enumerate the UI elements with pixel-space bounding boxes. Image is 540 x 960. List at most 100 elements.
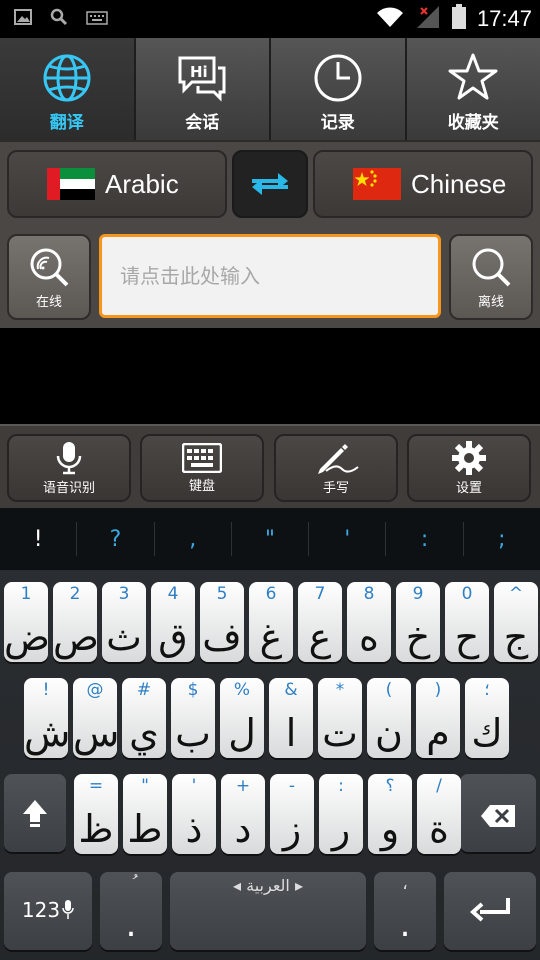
- space-key[interactable]: ◂ العربية ▸: [170, 872, 366, 950]
- key-main: ذ: [185, 807, 203, 851]
- suggestion-item[interactable]: ,: [155, 522, 232, 556]
- key-hint: 4: [167, 584, 179, 604]
- letter-key[interactable]: " ط: [123, 774, 167, 854]
- key-main: ف: [202, 615, 242, 659]
- letter-key[interactable]: ' ذ: [172, 774, 216, 854]
- swap-languages-button[interactable]: [232, 150, 308, 218]
- letter-key[interactable]: 9خ: [396, 582, 440, 662]
- key-hint: ،: [402, 874, 408, 894]
- key-main: ث: [106, 615, 142, 659]
- letter-key[interactable]: 4ق: [151, 582, 195, 662]
- suggestion-item[interactable]: !: [0, 522, 78, 556]
- offline-label: 离线: [477, 294, 504, 310]
- letter-key[interactable]: @ س: [73, 678, 119, 758]
- keyboard-label: 键盘: [188, 478, 215, 494]
- key-hint: 3: [118, 584, 130, 604]
- key-main: ش: [24, 711, 71, 755]
- settings-button[interactable]: 设置: [407, 434, 531, 502]
- letter-key[interactable]: 7ع: [298, 582, 342, 662]
- period-key[interactable]: ، .: [374, 872, 436, 950]
- key-main: .: [125, 905, 137, 945]
- backspace-key[interactable]: [460, 774, 536, 852]
- letter-key[interactable]: * ت: [318, 678, 362, 758]
- enter-key[interactable]: [444, 872, 536, 950]
- handwriting-button[interactable]: 手写: [274, 434, 398, 502]
- swap-arrows-icon: [252, 173, 288, 195]
- backspace-icon: [481, 805, 515, 827]
- letter-key[interactable]: ؛ ك: [465, 678, 509, 758]
- letter-key[interactable]: 2ص: [53, 582, 99, 662]
- suggestion-item[interactable]: ": [232, 522, 310, 556]
- numbers-mode-key[interactable]: 123: [4, 872, 92, 950]
- letter-key[interactable]: (ن: [367, 678, 411, 758]
- letter-key[interactable]: = ظ: [74, 774, 118, 854]
- microphone-icon: [56, 441, 82, 474]
- letter-key[interactable]: -ز: [270, 774, 314, 854]
- key-hint: 7: [314, 584, 326, 604]
- shift-key[interactable]: [4, 774, 66, 852]
- chat-bubble-icon: Hi: [178, 56, 226, 102]
- key-hint: +: [235, 776, 251, 796]
- image-icon: [14, 9, 32, 29]
- voice-label: 语音识别: [42, 480, 95, 496]
- key-main: ب: [175, 711, 211, 755]
- key-main: ه: [359, 615, 379, 659]
- suggestion-item[interactable]: :: [386, 522, 464, 556]
- keyboard-icon: [182, 442, 222, 473]
- battery-icon: [451, 4, 467, 34]
- letter-key[interactable]: / ة: [417, 774, 461, 854]
- key-hint: /: [436, 776, 442, 796]
- key-hint: 9: [412, 584, 424, 604]
- key-main: غ: [259, 615, 283, 659]
- key-hint: =: [88, 776, 104, 796]
- key-main: ت: [322, 711, 358, 755]
- suggestion-item[interactable]: ?: [77, 522, 155, 556]
- letter-key[interactable]: $ ب: [171, 678, 215, 758]
- letter-key[interactable]: ؟ و: [368, 774, 412, 854]
- letter-key[interactable]: ) م: [416, 678, 460, 758]
- arabic-keyboard: 123 ُ . ◂ العربية ▸ ، .: [0, 570, 540, 960]
- key-main: ج: [503, 615, 529, 659]
- letter-key[interactable]: ^ ج: [494, 582, 538, 662]
- offline-search-button[interactable]: 离线: [449, 234, 533, 320]
- letter-key[interactable]: # ي: [122, 678, 166, 758]
- letter-key[interactable]: 8ه: [347, 582, 391, 662]
- uae-flag-icon: [47, 168, 95, 200]
- letter-key[interactable]: ! ش: [24, 678, 71, 758]
- star-icon: [448, 53, 498, 100]
- voice-recognition-button[interactable]: 语音识别: [7, 434, 131, 502]
- search-input-box[interactable]: [99, 234, 441, 318]
- tab-favorites[interactable]: 收藏夹: [407, 38, 540, 140]
- suggestion-item[interactable]: ;: [464, 522, 540, 556]
- tab-translate[interactable]: 翻译: [0, 38, 136, 140]
- tab-history[interactable]: 记录: [271, 38, 407, 140]
- key-main: ل: [228, 711, 256, 755]
- letter-key[interactable]: % ل: [220, 678, 264, 758]
- key-hint: 0: [461, 584, 473, 604]
- globe-icon: [43, 54, 91, 102]
- key-hint: &: [284, 680, 298, 700]
- online-search-button[interactable]: 在线: [7, 234, 91, 320]
- letter-key[interactable]: 0ح: [445, 582, 489, 662]
- search-icon: [472, 248, 511, 286]
- letter-key[interactable]: + د: [221, 774, 265, 854]
- key-hint: (: [385, 680, 393, 700]
- search-input[interactable]: [118, 263, 422, 289]
- letter-key[interactable]: 1ض: [4, 582, 50, 662]
- letter-key[interactable]: :ر: [319, 774, 363, 854]
- letter-key[interactable]: 3ث: [102, 582, 146, 662]
- microphone-icon: [62, 900, 74, 919]
- pen-icon: [318, 443, 359, 474]
- comma-key[interactable]: ُ .: [100, 872, 162, 950]
- keyboard-button[interactable]: 键盘: [140, 434, 264, 502]
- signal-icon: [415, 4, 441, 34]
- input-toolbar: 语音识别 键盘 手写 设置: [0, 424, 540, 510]
- tab-conversation[interactable]: Hi 会话: [136, 38, 271, 140]
- letter-key[interactable]: 5ف: [200, 582, 244, 662]
- letter-key[interactable]: & ا: [269, 678, 313, 758]
- letter-key[interactable]: 6غ: [249, 582, 293, 662]
- tab-label: 收藏夹: [447, 113, 499, 133]
- suggestion-item[interactable]: ': [309, 522, 387, 556]
- source-language-button[interactable]: Arabic: [7, 150, 227, 218]
- target-language-button[interactable]: Chinese: [313, 150, 533, 218]
